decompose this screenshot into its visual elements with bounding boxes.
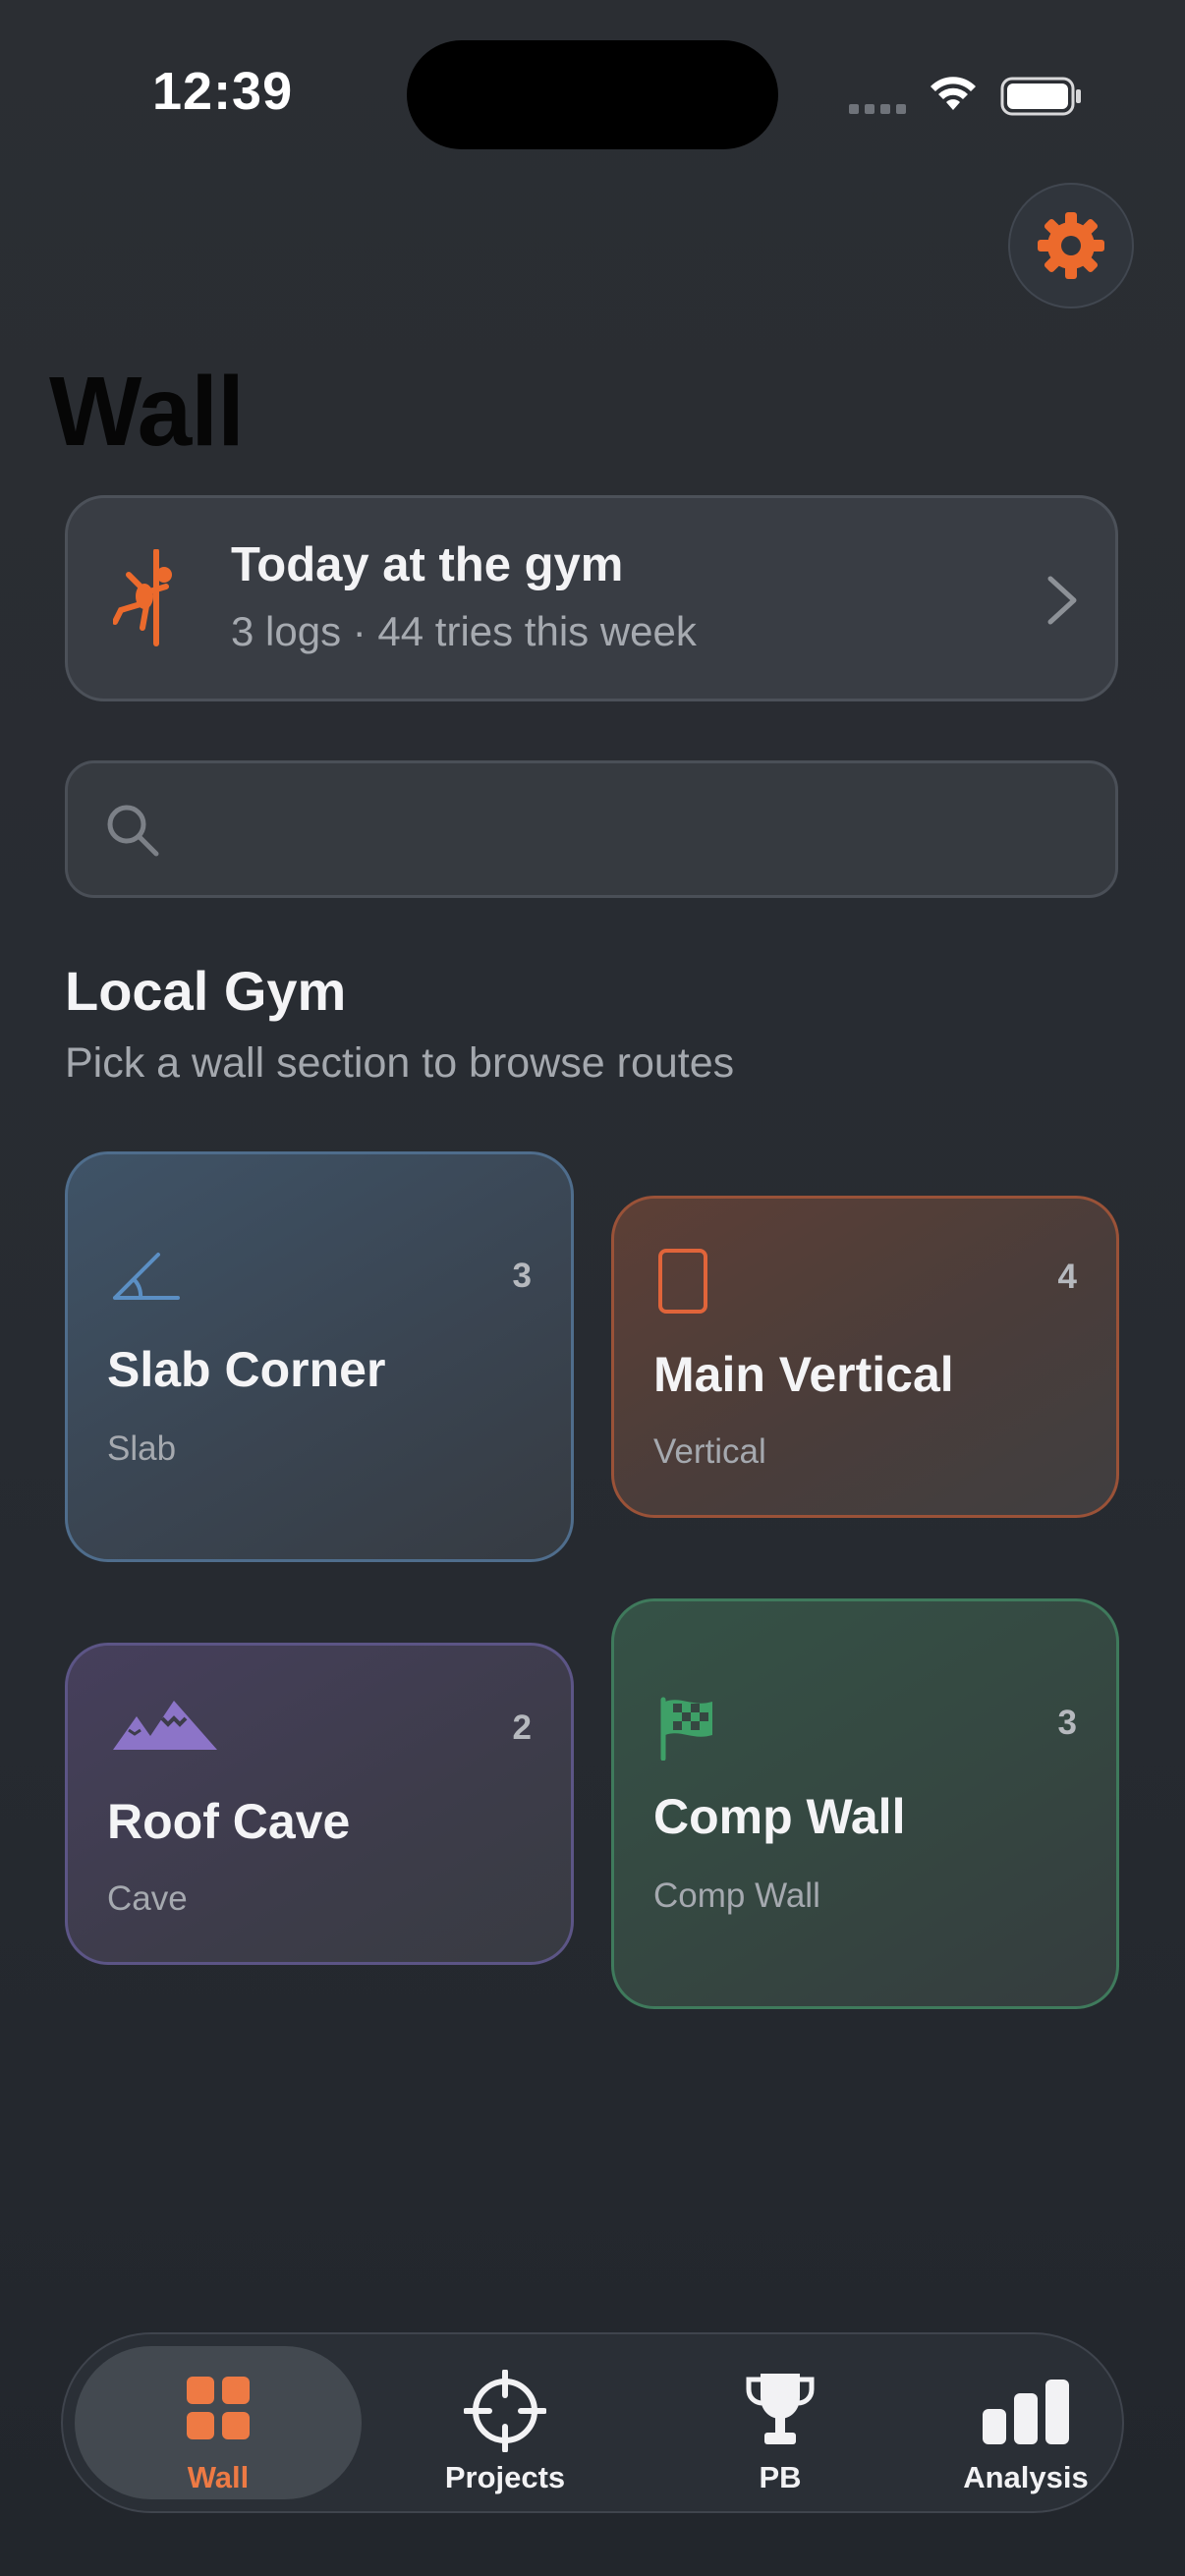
checkered-flag-icon [660, 1697, 712, 1761]
today-at-gym-card[interactable]: Today at the gym 3 logs · 44 tries this … [65, 495, 1118, 701]
wall-route-count: 3 [512, 1257, 532, 1295]
tab-bar: Wall Projects PB Analysis [61, 2332, 1124, 2513]
crosshair-icon [464, 2370, 546, 2452]
tab-label: Analysis [963, 2460, 1089, 2494]
tab-label: Wall [187, 2460, 250, 2494]
tab-label: Projects [444, 2460, 566, 2494]
wall-route-count: 4 [1057, 1258, 1077, 1296]
grid-icon [187, 2377, 250, 2439]
wall-name: Main Vertical [653, 1347, 954, 1402]
wall-type: Cave [107, 1879, 188, 1918]
wifi-icon [931, 77, 976, 110]
wall-type: Slab [107, 1429, 177, 1468]
wall-card-slab-corner[interactable]: 3 Slab Corner Slab [65, 1151, 574, 1562]
bar-chart-icon [983, 2380, 1069, 2444]
wall-name: Comp Wall [653, 1789, 906, 1844]
settings-button[interactable] [1008, 183, 1134, 308]
angle-icon [113, 1253, 180, 1300]
wall-card-comp-wall[interactable]: 3 Comp Wall Comp Wall [611, 1598, 1119, 2009]
tab-label: PB [759, 2460, 802, 2494]
climber-icon [113, 549, 172, 646]
tab-analysis[interactable]: Analysis [898, 2346, 1154, 2499]
gym-subtitle: Pick a wall section to browse routes [65, 1039, 735, 1087]
gym-name: Local Gym [65, 960, 347, 1022]
gear-icon [1038, 212, 1104, 279]
tab-projects[interactable]: Projects [377, 2346, 633, 2499]
today-card-subtitle: 3 logs · 44 tries this week [231, 608, 697, 654]
trophy-icon [746, 2374, 815, 2444]
search-field[interactable] [65, 760, 1118, 898]
wall-type: Vertical [653, 1432, 766, 1471]
dynamic-island [407, 40, 778, 149]
tab-wall[interactable]: Wall [75, 2346, 362, 2499]
wall-card-main-vertical[interactable]: 4 Main Vertical Vertical [611, 1196, 1119, 1518]
search-icon [107, 805, 159, 857]
mountains-icon [113, 1701, 217, 1750]
wall-route-count: 2 [512, 1708, 532, 1747]
wall-name: Slab Corner [107, 1342, 386, 1397]
wall-name: Roof Cave [107, 1794, 351, 1849]
search-input[interactable] [176, 793, 1064, 868]
cellular-signal-icon [849, 104, 906, 114]
rectangle-icon [658, 1249, 707, 1314]
page-title: Wall [49, 357, 245, 467]
today-card-title: Today at the gym [231, 538, 624, 591]
wall-route-count: 3 [1057, 1704, 1077, 1742]
chevron-right-icon [1047, 576, 1077, 625]
tab-pb[interactable]: PB [652, 2346, 908, 2499]
status-time: 12:39 [152, 62, 294, 121]
wall-card-roof-cave[interactable]: 2 Roof Cave Cave [65, 1643, 574, 1965]
battery-icon [1000, 77, 1081, 116]
wall-type: Comp Wall [653, 1876, 820, 1915]
